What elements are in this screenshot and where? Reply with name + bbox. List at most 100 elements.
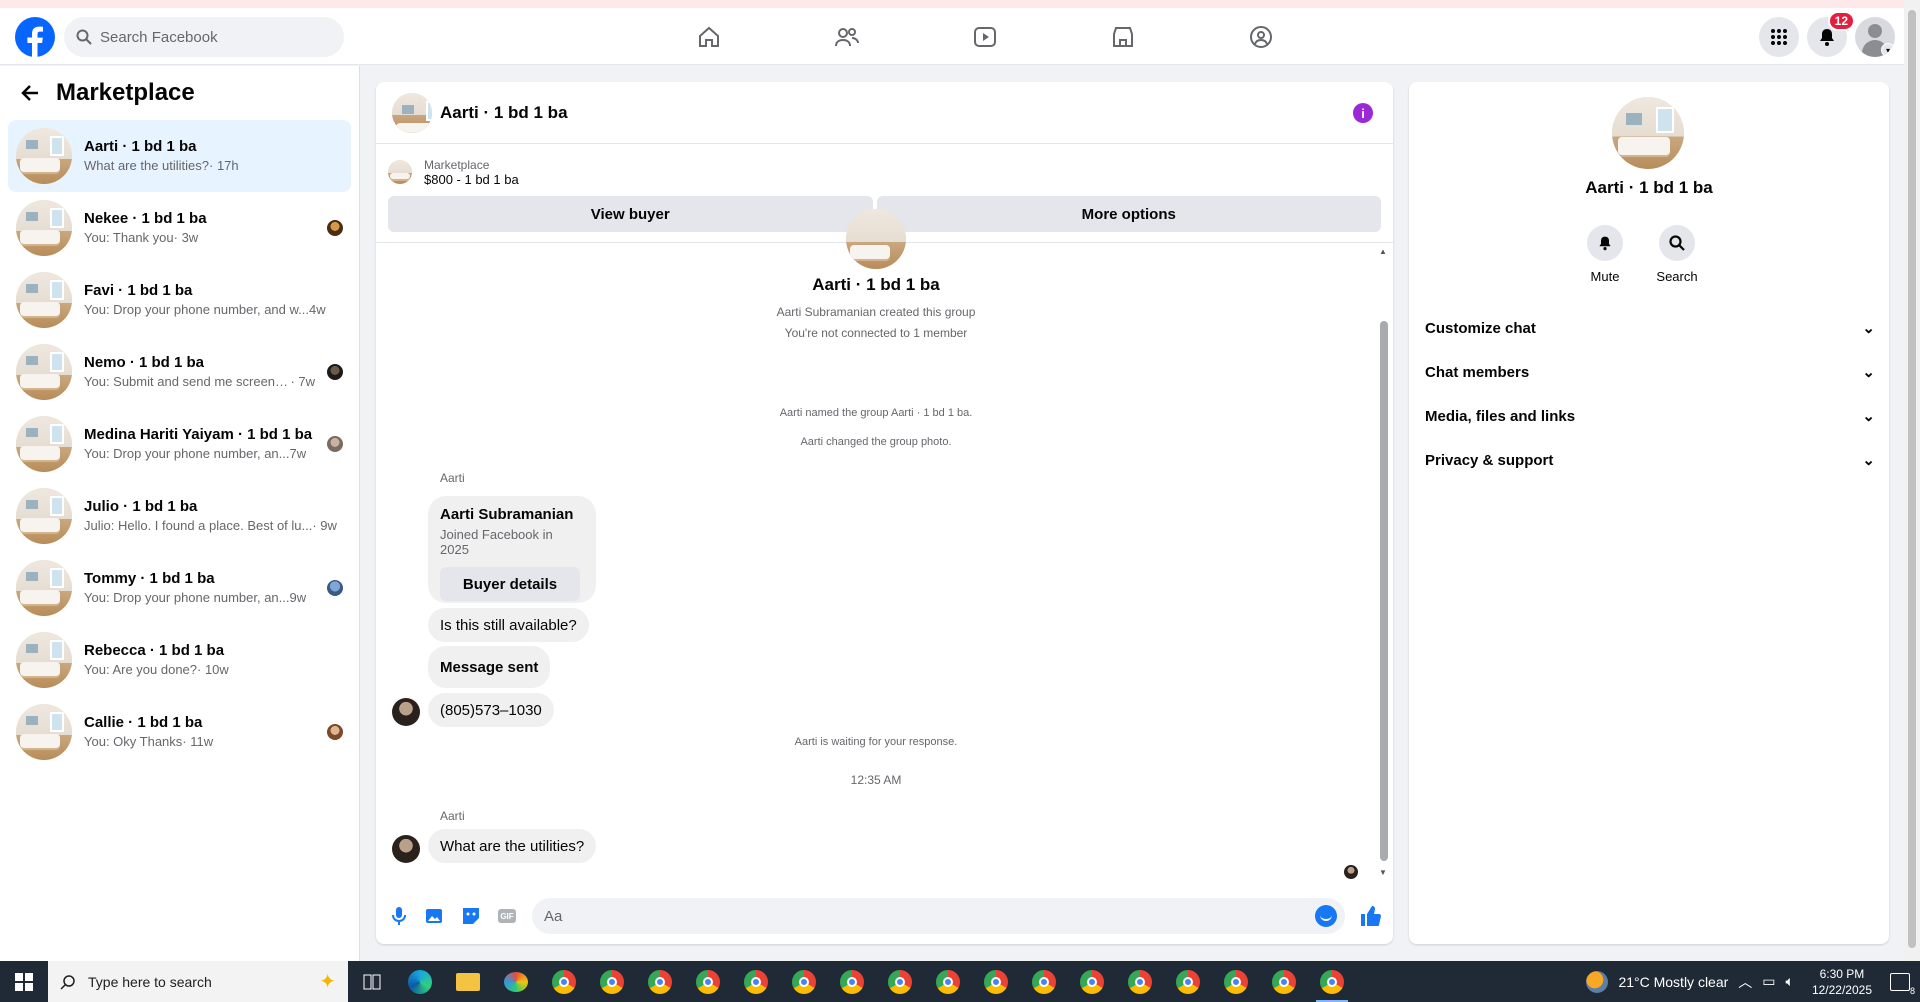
weather-text[interactable]: 21°C Mostly clear: [1618, 974, 1728, 990]
chat-scrollbar-thumb[interactable]: [1380, 321, 1388, 861]
sender-label: Aarti: [440, 809, 465, 823]
conversation-item-rebecca[interactable]: Rebecca · 1 bd 1 ba You: Are you done? ·…: [8, 624, 351, 696]
conversation-item-aarti[interactable]: Aarti · 1 bd 1 ba What are the utilities…: [8, 120, 351, 192]
listing-thumbnail[interactable]: [388, 160, 412, 184]
chat-window: Aarti · 1 bd 1 ba i Marketplace $800 - 1…: [376, 82, 1393, 944]
page-scrollbar[interactable]: [1904, 0, 1920, 961]
thumbs-up-icon[interactable]: [1359, 905, 1381, 927]
buyer-details-button[interactable]: Buyer details: [440, 567, 580, 601]
chrome-app-5[interactable]: [732, 961, 780, 1002]
network-icon[interactable]: ▭: [1762, 973, 1775, 990]
paint-app[interactable]: [492, 961, 540, 1002]
microphone-icon[interactable]: [388, 905, 410, 927]
listing-thumbnail: [16, 200, 72, 256]
chrome-app-4[interactable]: [684, 961, 732, 1002]
chrome-app-3[interactable]: [636, 961, 684, 1002]
conversation-time: · 10w: [197, 662, 229, 677]
back-arrow-icon[interactable]: [20, 83, 40, 103]
task-view-button[interactable]: [348, 961, 396, 1002]
conversation-item-nemo[interactable]: Nemo · 1 bd 1 ba You: Submit and send me…: [8, 336, 351, 408]
chat-avatar[interactable]: [392, 92, 432, 133]
weather-icon[interactable]: [1586, 970, 1609, 993]
group-title: Aarti · 1 bd 1 ba: [812, 275, 940, 294]
chrome-app-8[interactable]: [876, 961, 924, 1002]
scroll-up-icon[interactable]: ▲: [1379, 247, 1387, 256]
chrome-app-14[interactable]: [1164, 961, 1212, 1002]
groups-tab[interactable]: [1192, 16, 1330, 58]
conversation-preview: You: Thank you: [84, 230, 174, 245]
photo-icon[interactable]: [424, 905, 446, 927]
system-message-photo: Aarti changed the group photo.: [800, 436, 952, 448]
message-bubble[interactable]: (805)573–1030: [428, 693, 554, 727]
conversation-item-callie[interactable]: Callie · 1 bd 1 ba You: Oky Thanks · 11w: [8, 696, 351, 768]
more-options-button[interactable]: More options: [876, 196, 1381, 232]
view-buyer-button[interactable]: View buyer: [388, 196, 873, 232]
chat-scrollbar[interactable]: ▲ ▼: [1379, 247, 1389, 877]
chevron-up-icon[interactable]: ︿: [1738, 972, 1752, 992]
gif-icon[interactable]: GIF: [496, 905, 518, 927]
facebook-logo-icon[interactable]: [15, 17, 55, 57]
sticker-icon[interactable]: [460, 905, 482, 927]
emoji-icon[interactable]: [1315, 905, 1337, 927]
info-icon[interactable]: i: [1353, 103, 1373, 123]
notifications-button[interactable]: 12: [1807, 11, 1855, 57]
chrome-app-13[interactable]: [1116, 961, 1164, 1002]
listing-thumbnail: [16, 560, 72, 616]
start-button[interactable]: [0, 961, 48, 1002]
taskbar-clock[interactable]: 6:30 PM 12/22/2025: [1812, 966, 1872, 998]
conversation-item-nekee[interactable]: Nekee · 1 bd 1 ba You: Thank you · 3w: [8, 192, 351, 264]
taskbar-search[interactable]: Type here to search ✦: [48, 961, 348, 1002]
conversation-item-julio[interactable]: Julio · 1 bd 1 ba Julio: Hello. I found …: [8, 480, 351, 552]
account-avatar[interactable]: ▾: [1855, 17, 1895, 57]
notification-center-icon[interactable]: 8: [1890, 972, 1915, 996]
media-files-links-section[interactable]: Media, files and links ⌄: [1425, 394, 1875, 438]
home-tab[interactable]: [640, 16, 778, 58]
sender-avatar[interactable]: [392, 698, 420, 726]
message-bubble[interactable]: Is this still available?: [428, 608, 589, 642]
chrome-app-12[interactable]: [1068, 961, 1116, 1002]
conversation-item-tommy[interactable]: Tommy · 1 bd 1 ba You: Drop your phone n…: [8, 552, 351, 624]
chrome-icon: [648, 969, 672, 994]
marketplace-tab[interactable]: [1054, 16, 1192, 58]
chrome-app-2[interactable]: [588, 961, 636, 1002]
friends-tab[interactable]: [778, 16, 916, 58]
page-scrollbar-thumb[interactable]: [1908, 10, 1916, 948]
chrome-icon: [1272, 969, 1296, 994]
search-conversation-button[interactable]: Search: [1656, 225, 1698, 284]
privacy-support-section[interactable]: Privacy & support ⌄: [1425, 438, 1875, 482]
chrome-app-9[interactable]: [924, 961, 972, 1002]
clock-date: 12/22/2025: [1811, 982, 1872, 997]
listing-price[interactable]: $800 - 1 bd 1 ba: [424, 172, 519, 187]
chrome-app-6[interactable]: [780, 961, 828, 1002]
edge-app[interactable]: [396, 961, 444, 1002]
volume-icon[interactable]: 🔈︎: [1786, 973, 1794, 990]
file-explorer-app[interactable]: [444, 961, 492, 1002]
chrome-app-15[interactable]: [1212, 961, 1260, 1002]
chrome-app-7[interactable]: [828, 961, 876, 1002]
conversation-item-favi[interactable]: Favi · 1 bd 1 ba You: Drop your phone nu…: [8, 264, 351, 336]
message-input[interactable]: Aa: [532, 898, 1345, 934]
chrome-app-11[interactable]: [1020, 961, 1068, 1002]
conversation-item-medina[interactable]: Medina Hariti Yaiyam · 1 bd 1 ba You: Dr…: [8, 408, 351, 480]
mute-button[interactable]: Mute: [1587, 225, 1623, 284]
friends-icon: [835, 28, 859, 47]
chrome-app-16[interactable]: [1260, 961, 1308, 1002]
customize-chat-section[interactable]: Customize chat ⌄: [1425, 306, 1875, 350]
message-bubble[interactable]: Message sent: [428, 646, 551, 688]
menu-button[interactable]: [1759, 17, 1799, 57]
message-bubble[interactable]: What are the utilities?: [428, 829, 597, 863]
sender-avatar[interactable]: [392, 835, 420, 863]
chrome-app-active[interactable]: [1308, 961, 1356, 1002]
chat-title[interactable]: Aarti · 1 bd 1 ba: [440, 103, 568, 123]
seen-avatar: [327, 724, 343, 740]
chat-members-section[interactable]: Chat members ⌄: [1425, 350, 1875, 394]
chrome-app-10[interactable]: [972, 961, 1020, 1002]
facebook-search-input[interactable]: Search Facebook: [64, 17, 344, 57]
scroll-down-icon[interactable]: ▼: [1379, 868, 1387, 877]
group-photo-large[interactable]: [1612, 97, 1684, 169]
bell-icon: [1599, 236, 1611, 251]
conversation-preview: You: Are you done?: [84, 662, 198, 677]
chrome-app-1[interactable]: [540, 961, 588, 1002]
video-tab[interactable]: [916, 16, 1054, 58]
main-nav-tabs: [640, 16, 1330, 58]
